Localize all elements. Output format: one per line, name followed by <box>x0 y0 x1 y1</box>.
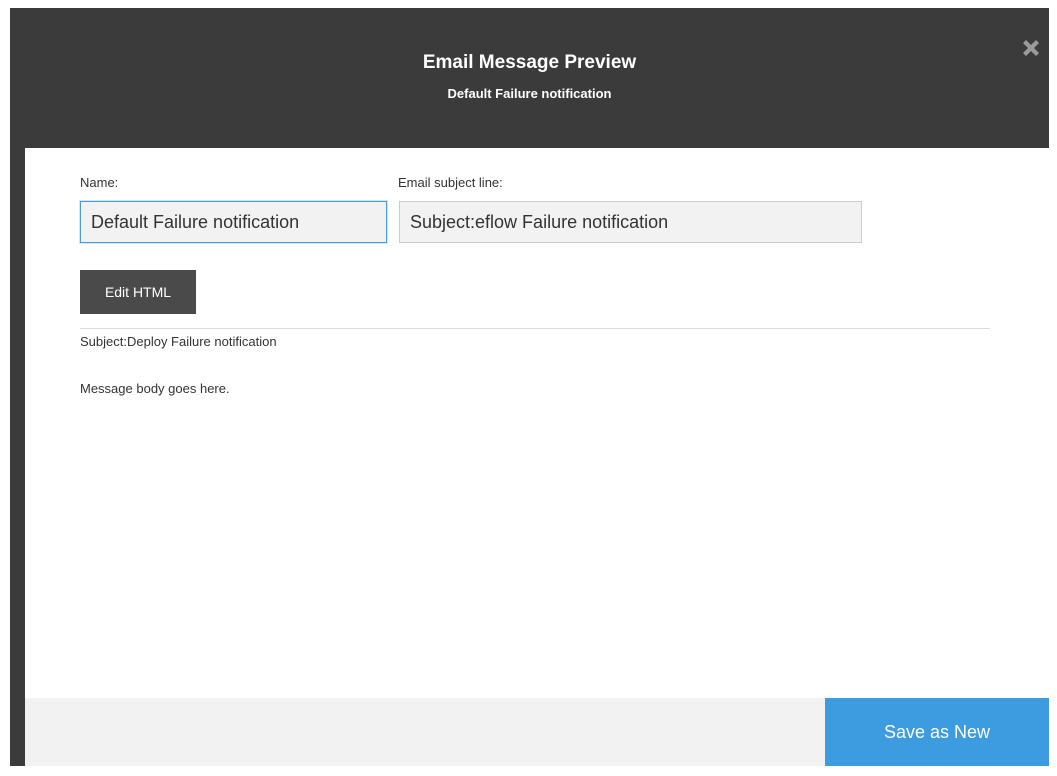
dialog-subtitle: Default Failure notification <box>447 86 612 101</box>
subject-line-input[interactable] <box>399 201 862 243</box>
preview-subject: Subject:Deploy Failure notification <box>80 334 277 349</box>
dialog-footer: Save as New <box>25 698 1049 766</box>
name-label: Name: <box>80 175 119 190</box>
edit-html-button[interactable]: Edit HTML <box>80 270 196 314</box>
dialog-title: Email Message Preview <box>422 52 637 73</box>
close-icon[interactable] <box>1017 34 1045 62</box>
name-input[interactable] <box>80 201 387 243</box>
dialog-header: Email Message Preview Default Failure no… <box>10 8 1049 148</box>
preview-body: Message body goes here. <box>80 381 230 396</box>
save-as-new-button[interactable]: Save as New <box>825 698 1049 766</box>
dialog-body: Name: Email subject line: Edit HTML Subj… <box>25 148 1049 698</box>
email-preview-dialog: Email Message Preview Default Failure no… <box>10 8 1049 766</box>
subject-line-label: Email subject line: <box>398 175 503 190</box>
divider <box>80 328 990 329</box>
